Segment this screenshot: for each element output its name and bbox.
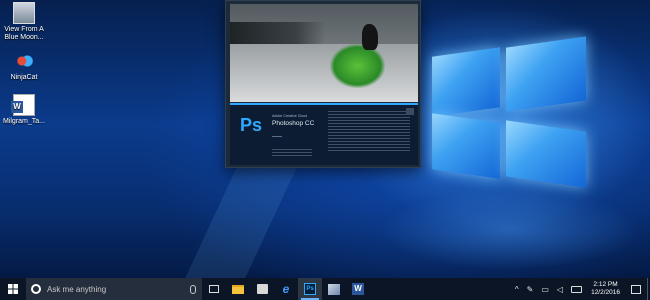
task-view-icon [209,285,219,293]
desktop: View From A Blue Moon... NinjaCat W Milg… [0,0,650,278]
taskbar-app[interactable] [322,278,346,300]
folder-icon [232,284,244,294]
edge-icon: e [282,282,290,296]
system-tray: ^ ✎ ▭ ◁ 2:12 PM 12/2/2016 [511,278,650,300]
ninjacat-icon [13,50,35,72]
adobe-logo-icon [406,108,414,115]
pen-icon[interactable]: ✎ [523,285,538,294]
version-text-lines [272,149,312,159]
desktop-icon-label: Milgram_Ta... [2,118,45,125]
volume-icon[interactable]: ◁ [553,285,567,294]
artwork-figure-hair [362,24,378,50]
image-thumbnail-icon [13,2,35,24]
windows-logo-wallpaper [420,36,600,188]
word-document-icon: W [11,94,35,116]
desktop-icon-blue-moon[interactable]: View From A Blue Moon... [0,2,48,42]
photoshop-logo-icon: Ps [239,115,263,135]
taskbar-word[interactable]: W [346,278,370,300]
clock-time: 2:12 PM [593,281,618,288]
taskbar-edge[interactable]: e [274,278,298,300]
floor-glow [380,190,640,270]
taskbar-file-explorer[interactable] [226,278,250,300]
logo-pane-top-left [432,47,500,117]
cortana-ring-icon [31,284,41,294]
logo-pane-bottom-left [432,113,500,179]
clock[interactable]: 2:12 PM 12/2/2016 [586,281,625,297]
credits-text-block [328,111,410,159]
taskbar-store[interactable] [250,278,274,300]
windows-start-icon [8,284,18,294]
photoshop-icon: Ps [304,283,316,295]
touch-keyboard-icon[interactable] [571,285,583,293]
desktop-icon-ninjacat[interactable]: NinjaCat [0,50,48,82]
app-icon [328,283,340,295]
artwork-water [230,44,418,102]
store-bag-icon [256,284,268,294]
show-hidden-icons-chevron-icon[interactable]: ^ [511,285,523,294]
logo-pane-bottom-right [506,120,586,188]
desktop-icon-label: View From A Blue Moon... [4,26,44,41]
logo-pane-top-right [506,36,586,112]
app-name: Photoshop CC [272,120,315,127]
start-button[interactable] [0,278,26,300]
network-icon[interactable]: ▭ [537,285,553,294]
loading-progress-bar [272,136,282,137]
clock-date: 12/2/2016 [591,289,620,296]
desktop-icon-label: NinjaCat [10,74,38,81]
desktop-icon-milgram-doc[interactable]: W Milgram_Ta... [0,94,48,126]
suite-label: Adobe Creative Cloud [272,114,308,118]
microphone-icon[interactable] [190,284,196,294]
cortana-search-box[interactable]: Ask me anything [26,278,202,300]
photoshop-splash-window[interactable]: Ps Adobe Creative Cloud Photoshop CC [225,0,421,168]
taskbar-photoshop[interactable]: Ps [298,278,322,300]
splash-info-panel: Ps Adobe Creative Cloud Photoshop CC [230,103,418,165]
taskbar-task-view[interactable] [202,278,226,300]
action-center-icon[interactable] [631,284,641,294]
splash-artwork [230,4,418,102]
taskbar: Ask me anything e Ps W ^ ✎ ▭ ◁ 2:12 PM 1… [0,278,650,300]
word-icon: W [352,283,364,295]
search-placeholder: Ask me anything [47,284,107,294]
artwork-figure-dress [330,44,385,88]
